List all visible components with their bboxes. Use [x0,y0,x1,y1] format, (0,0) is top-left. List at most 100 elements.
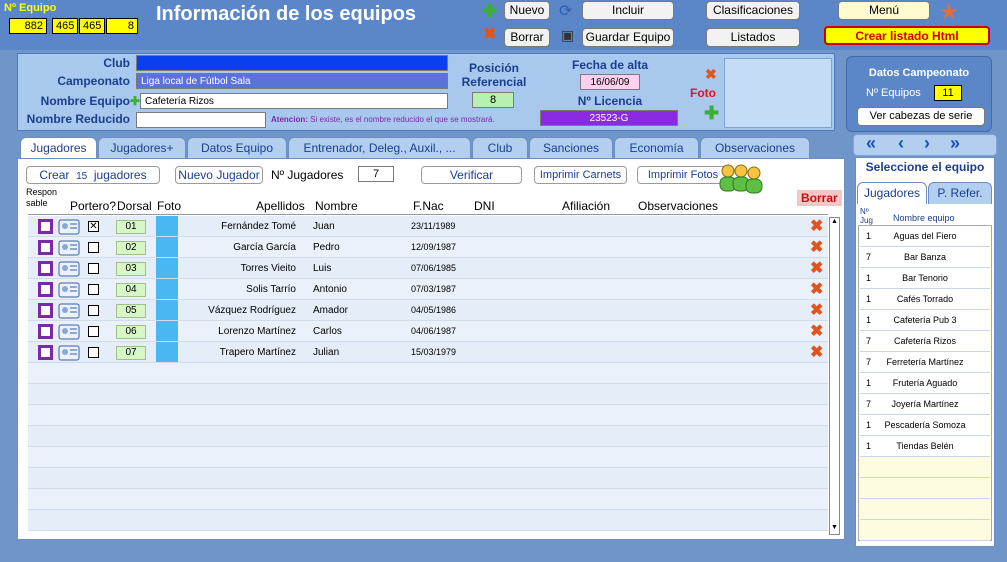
menu-button[interactable]: Menú [838,1,930,20]
foto-cell[interactable] [156,342,178,362]
photo-box[interactable] [724,58,832,128]
tab-jugadores[interactable]: Jugadores [20,137,97,160]
posicion-field[interactable]: 8 [472,92,514,108]
responsable-checkbox[interactable] [38,345,53,360]
team-list-item[interactable]: 1 Cafetería Pub 3 [860,310,990,331]
foto-cell[interactable] [156,258,178,278]
campeonato-field[interactable]: Liga local de Fútbol Sala [136,73,448,89]
dorsal-field[interactable]: 07 [116,346,146,360]
team-list-item[interactable]: 7 Ferretería Martínez [860,352,990,373]
responsable-checkbox[interactable] [38,303,53,318]
delete-row-icon[interactable]: ✖ [810,218,823,235]
borrar-button[interactable]: Borrar [504,28,550,47]
side-tab-jugadores[interactable]: Jugadores [857,182,927,204]
foto-cell[interactable] [156,300,178,320]
dorsal-field[interactable]: 05 [116,304,146,318]
id-card-icon[interactable] [58,324,80,340]
imprimir-carnets-button[interactable]: Imprimir Carnets [534,166,627,184]
table-row[interactable] [28,384,828,405]
nuevo-button[interactable]: Nuevo [504,1,550,20]
tab-datos-equipo[interactable]: Datos Equipo [187,137,287,159]
guardar-button[interactable]: Guardar Equipo [582,28,674,47]
star-icon[interactable]: ★ [939,0,959,25]
scroll-up-icon[interactable]: ▲ [830,218,839,225]
add-small-icon[interactable]: ✚ [130,92,140,110]
id-card-icon[interactable] [58,219,80,235]
portero-checkbox[interactable] [88,347,99,358]
table-row[interactable] [28,426,828,447]
fecha-alta-field[interactable]: 16/06/09 [580,74,640,90]
portero-checkbox[interactable] [88,305,99,316]
delete-row-icon[interactable]: ✖ [810,323,823,340]
team-list-item[interactable] [860,499,990,520]
foto-cell[interactable] [156,321,178,341]
tab-club[interactable]: Club [472,137,528,159]
team-list-item[interactable]: 7 Joyería Martínez [860,394,990,415]
nuevo-jugador-button[interactable]: Nuevo Jugador [175,166,263,184]
listados-button[interactable]: Listados [706,28,800,47]
refresh-icon[interactable]: ⟳ [559,1,572,21]
side-tab-prefer[interactable]: P. Refer. [928,182,992,204]
delete-row-icon[interactable]: ✖ [810,281,823,298]
dorsal-field[interactable]: 04 [116,283,146,297]
portero-checkbox[interactable] [88,263,99,274]
table-row[interactable] [28,489,828,510]
club-field[interactable] [136,55,448,71]
team-list-item[interactable] [860,520,990,541]
nombre-reducido-field[interactable] [136,112,266,128]
id-card-icon[interactable] [58,240,80,256]
portero-checkbox[interactable]: ✕ [88,221,99,232]
crear-jugadores-button[interactable]: Crear 15 jugadores [26,166,160,184]
portero-checkbox[interactable] [88,242,99,253]
next-icon[interactable]: › [924,133,930,154]
id-card-icon[interactable] [58,345,80,361]
table-row[interactable] [28,363,828,384]
verificar-button[interactable]: Verificar [421,166,522,184]
clasificaciones-button[interactable]: Clasificaciones [706,1,800,20]
first-icon[interactable]: « [866,133,876,154]
responsable-checkbox[interactable] [38,219,53,234]
team-list-item[interactable]: 1 Bar Tenorio [860,268,990,289]
team-list-item[interactable]: 7 Bar Banza [860,247,990,268]
delete-icon[interactable]: ✖ [483,27,496,43]
id-card-icon[interactable] [58,303,80,319]
tab-economia[interactable]: Economía [614,137,699,159]
delete-row-icon[interactable]: ✖ [810,260,823,277]
team-list-item[interactable]: 1 Frutería Aguado [860,373,990,394]
responsable-checkbox[interactable] [38,324,53,339]
responsable-checkbox[interactable] [38,282,53,297]
responsable-checkbox[interactable] [38,240,53,255]
team-list-item[interactable]: 1 Tiendas Belén [860,436,990,457]
last-icon[interactable]: » [950,133,960,154]
responsable-checkbox[interactable] [38,261,53,276]
id-card-icon[interactable] [58,261,80,277]
delete-row-icon[interactable]: ✖ [810,239,823,256]
table-row[interactable] [28,510,828,531]
nombre-equipo-field[interactable]: Cafetería Rizos [140,93,448,109]
licencia-field[interactable]: 23523-G [540,110,678,126]
scroll-down-icon[interactable]: ▼ [830,524,839,531]
tab-jugadores-plus[interactable]: Jugadores+ [98,137,186,159]
table-row[interactable] [28,405,828,426]
foto-cell[interactable] [156,216,178,236]
crear-html-button[interactable]: Crear listado Html [824,26,990,45]
table-row[interactable] [28,447,828,468]
id-card-icon[interactable] [58,282,80,298]
team-list-item[interactable]: 7 Cafetería Rizos [860,331,990,352]
team-list-item[interactable] [860,457,990,478]
portero-checkbox[interactable] [88,284,99,295]
add-photo-icon[interactable]: ✚ [704,104,719,122]
table-row[interactable] [28,468,828,489]
ver-cabezas-button[interactable]: Ver cabezas de serie [857,107,985,126]
dorsal-field[interactable]: 06 [116,325,146,339]
team-list-item[interactable]: 1 Pescadería Somoza [860,415,990,436]
tab-sanciones[interactable]: Sanciones [529,137,613,159]
delete-row-icon[interactable]: ✖ [810,302,823,319]
team-list-item[interactable] [860,478,990,499]
dorsal-field[interactable]: 03 [116,262,146,276]
add-icon[interactable]: ✚ [482,2,497,20]
team-list-item[interactable]: 1 Cafés Torrado [860,289,990,310]
portero-checkbox[interactable] [88,326,99,337]
delete-photo-icon[interactable]: ✖ [705,66,717,82]
dorsal-field[interactable]: 02 [116,241,146,255]
